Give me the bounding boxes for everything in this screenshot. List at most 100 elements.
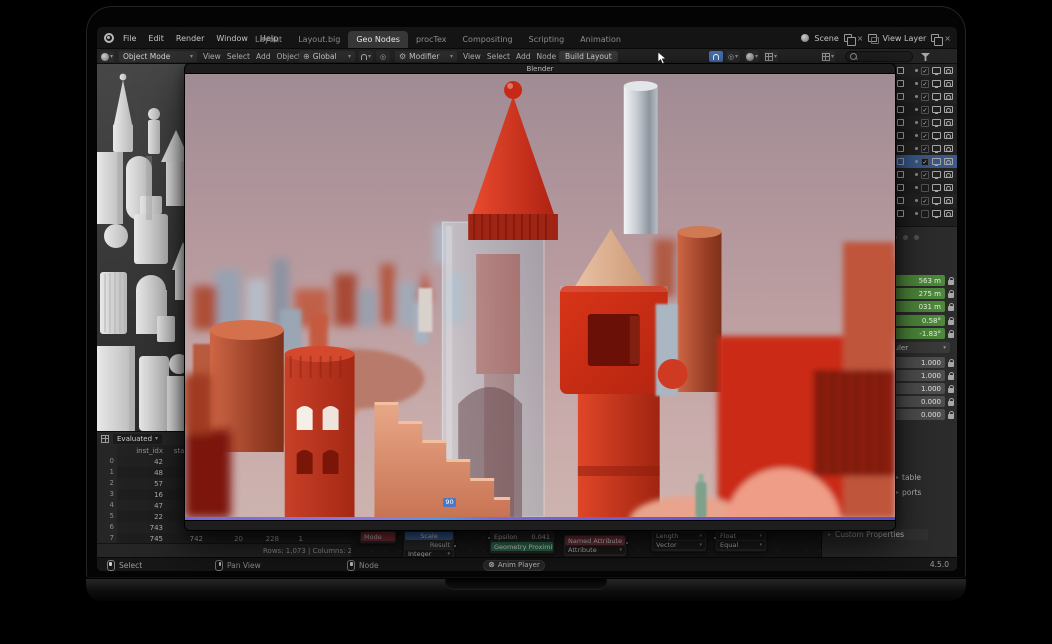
menu-item[interactable]: Window — [216, 34, 248, 43]
lock-icon[interactable] — [948, 362, 954, 367]
scene-name[interactable]: Scene — [814, 34, 838, 43]
dataset-dropdown[interactable]: Evaluated ▾ — [113, 434, 162, 444]
length-dropdown[interactable]: Length▾ — [653, 532, 705, 540]
new-scene-icon[interactable] — [844, 34, 852, 42]
vector-dropdown[interactable]: Vector▾ — [653, 541, 705, 549]
overlay-toggle-3[interactable]: ▾ — [764, 51, 778, 62]
editor-type-dropdown[interactable]: ▾ — [100, 51, 114, 62]
unlink-scene-icon[interactable]: × — [857, 34, 864, 43]
lock-icon[interactable] — [948, 320, 954, 325]
checkbox-icon[interactable]: ✓ — [921, 80, 929, 88]
node-menu-item[interactable]: View — [463, 52, 481, 61]
lock-icon[interactable] — [948, 280, 954, 285]
workspace-tab[interactable]: Layout — [247, 31, 290, 48]
filter-funnel-icon[interactable] — [921, 53, 930, 61]
render-window[interactable]: Blender — [184, 63, 896, 531]
monitor-toggle-icon[interactable] — [932, 158, 941, 165]
camera-toggle-icon[interactable] — [944, 197, 953, 204]
monitor-toggle-icon[interactable] — [932, 119, 941, 126]
named-attribute-header[interactable]: Named Attribute — [565, 536, 625, 545]
node-menu-item[interactable]: Select — [487, 52, 510, 61]
monitor-toggle-icon[interactable] — [932, 184, 941, 191]
outliner-search[interactable] — [845, 51, 913, 62]
overlay-toggle-2[interactable]: ▾ — [745, 51, 759, 62]
node-sample-settings[interactable]: Length▾ Vector▾ — [651, 530, 707, 552]
checkbox-icon[interactable]: ✓ — [921, 119, 929, 127]
checkbox-icon[interactable]: ✓ — [921, 67, 929, 75]
camera-toggle-icon[interactable] — [944, 171, 953, 178]
lock-icon[interactable] — [948, 333, 954, 338]
node-named-attribute[interactable]: Named Attribute Attribute▾ — [563, 534, 627, 557]
workspace-tab[interactable]: Layout.big — [290, 31, 348, 48]
lock-icon[interactable] — [948, 306, 954, 311]
checkbox-icon[interactable]: ✓ — [921, 171, 929, 179]
camera-toggle-icon[interactable] — [944, 145, 953, 152]
menu-item[interactable]: Render — [176, 34, 204, 43]
workspace-tab[interactable]: Animation — [572, 31, 629, 48]
monitor-toggle-icon[interactable] — [932, 67, 941, 74]
float-dropdown[interactable]: Float▾ — [717, 532, 765, 540]
blender-logo-icon[interactable] — [104, 33, 114, 43]
anim-player-button[interactable]: ⊗ Anim Player — [483, 560, 545, 571]
checkbox-icon[interactable]: ✓ — [921, 158, 929, 166]
node-mode-dropdown[interactable]: ⚙Modifier▾ — [395, 51, 457, 62]
overlay-toggle-1[interactable]: ◎▾ — [726, 51, 740, 62]
epsilon-slider[interactable]: Epsilon0.041 — [491, 532, 553, 541]
checkbox-icon[interactable] — [921, 184, 929, 192]
lock-icon[interactable] — [948, 414, 954, 419]
outliner-display-dropdown[interactable]: ▾ — [821, 51, 835, 62]
panel-fragment-2[interactable]: ▸ports — [896, 488, 921, 497]
menu-item[interactable]: Edit — [148, 34, 164, 43]
monitor-toggle-icon[interactable] — [932, 106, 941, 113]
camera-toggle-icon[interactable] — [944, 80, 953, 87]
proximity-header[interactable]: Geometry Proximity — [491, 542, 553, 551]
camera-toggle-icon[interactable] — [944, 106, 953, 113]
workspace-tab[interactable]: Compositing — [454, 31, 520, 48]
panel-fragment-1[interactable]: ▸table — [896, 473, 921, 482]
output-socket[interactable] — [453, 544, 457, 548]
monitor-toggle-icon[interactable] — [932, 197, 941, 204]
monitor-toggle-icon[interactable] — [932, 171, 941, 178]
proportional-edit-toggle[interactable]: ◎ — [376, 51, 390, 62]
scale-socket-pill[interactable]: Scale — [405, 532, 453, 540]
monitor-toggle-icon[interactable] — [932, 210, 941, 217]
frame-badge[interactable]: 90 — [443, 498, 456, 507]
viewport-menu-item[interactable]: Select — [227, 52, 250, 61]
new-view-layer-icon[interactable] — [931, 34, 939, 42]
lock-icon[interactable] — [948, 388, 954, 393]
orientation-dropdown[interactable]: ⊕Global▾ — [299, 51, 355, 62]
lock-icon[interactable] — [948, 375, 954, 380]
mode-dropdown[interactable]: Object Mode▾ — [119, 51, 197, 62]
snap-active-toggle[interactable] — [709, 51, 723, 62]
node-compare[interactable]: Float▾ Equal▾ — [715, 530, 767, 552]
menu-item[interactable]: File — [123, 34, 136, 43]
camera-toggle-icon[interactable] — [944, 158, 953, 165]
monitor-toggle-icon[interactable] — [932, 80, 941, 87]
camera-toggle-icon[interactable] — [944, 210, 953, 217]
remove-view-layer-icon[interactable]: × — [944, 34, 951, 43]
attribute-field[interactable]: Attribute▾ — [565, 546, 625, 554]
lock-icon[interactable] — [948, 293, 954, 298]
node-geometry-proximity[interactable]: Epsilon0.041 Geometry Proximity — [489, 530, 555, 554]
snap-toggle[interactable]: ▾ — [359, 51, 373, 62]
camera-toggle-icon[interactable] — [944, 67, 953, 74]
column-header-inst-idx[interactable]: inst_idx — [117, 447, 167, 455]
checkbox-icon[interactable] — [921, 210, 929, 218]
render-window-titlebar[interactable]: Blender — [185, 64, 895, 74]
build-layout-button[interactable]: Build Layout — [559, 51, 618, 62]
node-menu-item[interactable]: Node — [536, 52, 556, 61]
checkbox-icon[interactable]: ✓ — [921, 93, 929, 101]
input-socket[interactable] — [487, 536, 491, 540]
monitor-toggle-icon[interactable] — [932, 145, 941, 152]
monitor-toggle-icon[interactable] — [932, 132, 941, 139]
node-menu-item[interactable]: Add — [516, 52, 531, 61]
lock-icon[interactable] — [948, 401, 954, 406]
attribute-output-socket[interactable] — [625, 541, 629, 545]
workspace-tab[interactable]: Geo Nodes — [348, 31, 408, 48]
node-header[interactable]: Mode — [361, 532, 395, 541]
viewport-menu-item[interactable]: Add — [256, 52, 271, 61]
checkbox-icon[interactable]: ✓ — [921, 145, 929, 153]
camera-toggle-icon[interactable] — [944, 184, 953, 191]
workspace-tab[interactable]: procTex — [408, 31, 455, 48]
workspace-tab[interactable]: Scripting — [521, 31, 573, 48]
